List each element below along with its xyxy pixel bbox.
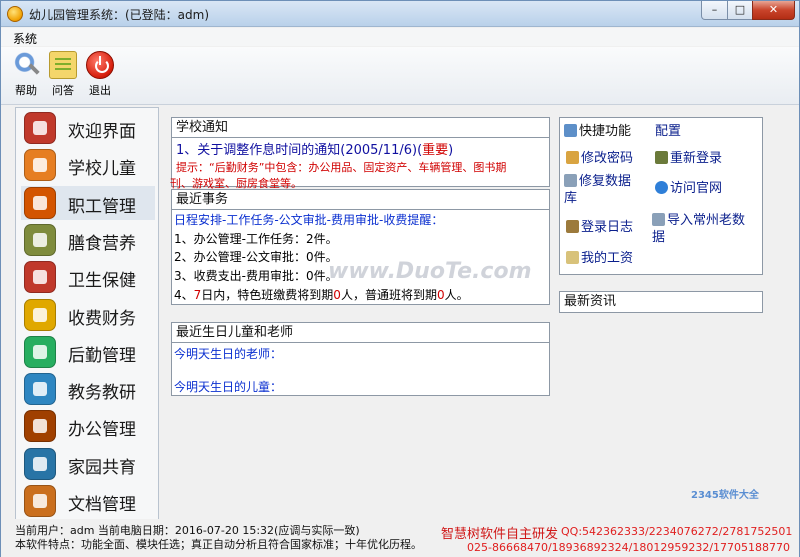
app-logo-icon xyxy=(7,6,23,22)
faq-button[interactable]: 问答 xyxy=(46,51,80,98)
recent-title: 最近事务 xyxy=(172,190,549,210)
log-icon xyxy=(566,220,579,233)
sidebar-item-label: 后勤管理 xyxy=(68,345,136,366)
notice-tip-line1: 提示：“后勤财务”中包含：办公用品、固定资产、车辆管理、图书期 xyxy=(176,161,507,174)
notice-item[interactable]: 1、关于调整作息时间的通知(2005/11/6)(重要) xyxy=(176,139,453,158)
key-icon xyxy=(566,151,579,164)
birthday-panel: 最近生日儿童和老师 今明天生日的老师： 今明天生日的儿童： xyxy=(171,322,550,396)
sidebar-item[interactable]: 收费财务 xyxy=(21,298,155,332)
app-window: 幼儿园管理系统：(已登陆：adm) – □ ✕ 系统 帮助 问答 退出 欢迎界面… xyxy=(0,0,800,557)
relogin-link[interactable]: 重新登录 xyxy=(655,150,722,167)
sidebar-item[interactable]: 后勤管理 xyxy=(21,335,155,369)
birthday-teachers: 今明天生日的老师： xyxy=(174,347,283,361)
sidebar-item[interactable]: 家园共育 xyxy=(21,447,155,481)
sidebar-item-label: 办公管理 xyxy=(68,420,136,441)
sidebar-item[interactable]: 卫生保健 xyxy=(21,260,155,294)
contact-qq: QQ:542362333/2234076272/2781752501 xyxy=(561,525,793,538)
recent-line-4: 4、7日内，特色班缴费将到期0人，普通班将到期0人。 xyxy=(174,288,469,302)
recent-line-2: 2、办公管理-公文审批：0件。 xyxy=(174,250,338,264)
monitor-icon xyxy=(564,124,577,137)
news-title: 最新资讯 xyxy=(560,292,762,312)
watermark-logo: 2345软件大全 xyxy=(691,490,759,501)
sidebar-item-label: 家园共育 xyxy=(68,457,136,478)
maximize-button[interactable]: □ xyxy=(727,1,753,20)
sidebar-item[interactable]: 欢迎界面 xyxy=(21,111,155,145)
sidebar-item-label: 卫生保健 xyxy=(68,271,136,292)
magnifier-help-icon xyxy=(12,51,40,79)
visit-site-link[interactable]: 访问官网 xyxy=(655,180,722,197)
exit-label: 退出 xyxy=(89,84,111,97)
import-data-link[interactable]: 导入常州老数据 xyxy=(652,212,745,246)
menu-system[interactable]: 系统 xyxy=(13,30,37,47)
change-password-link[interactable]: 修改密码 xyxy=(566,150,633,167)
window-title: 幼儿园管理系统：(已登陆：adm) xyxy=(29,8,210,22)
sidebar-item-label: 收费财务 xyxy=(68,308,136,329)
import-icon xyxy=(652,213,665,226)
child-icon xyxy=(24,149,56,182)
document-icon xyxy=(24,485,56,517)
sidebar-item[interactable]: 膳食营养 xyxy=(21,223,155,257)
brand-text: 智慧树软件自主研发 xyxy=(441,527,559,542)
contact-phone: 025-86668470/18936892324/18012959232/177… xyxy=(467,541,791,554)
board-icon xyxy=(24,373,56,406)
close-button[interactable]: ✕ xyxy=(752,1,795,20)
database-icon xyxy=(564,174,577,187)
sidebar-item-label: 职工管理 xyxy=(68,196,136,217)
title-bar[interactable]: 幼儿园管理系统：(已登陆：adm) – □ ✕ xyxy=(1,1,799,27)
faq-label: 问答 xyxy=(52,84,74,97)
sidebar-item[interactable]: 职工管理 xyxy=(21,185,155,220)
sidebar-item-label: 文档管理 xyxy=(68,495,136,515)
sidebar-item[interactable]: 办公管理 xyxy=(21,409,155,443)
salary-icon xyxy=(566,251,579,264)
exit-button[interactable]: 退出 xyxy=(83,51,117,98)
menu-bar: 系统 xyxy=(1,28,799,46)
sidebar-item-label: 膳食营养 xyxy=(68,233,136,254)
minimize-button[interactable]: – xyxy=(701,1,728,20)
home-icon xyxy=(24,112,56,144)
help-label: 帮助 xyxy=(15,84,37,97)
config-link[interactable]: 配置 xyxy=(655,123,681,140)
food-icon xyxy=(24,223,56,256)
my-salary-link[interactable]: 我的工资 xyxy=(566,250,633,267)
user-icon xyxy=(655,151,668,164)
help-button[interactable]: 帮助 xyxy=(9,51,43,98)
office-icon xyxy=(24,410,56,443)
birthday-children: 今明天生日的儿童： xyxy=(174,380,283,394)
recent-panel: 最近事务 日程安排-工作任务-公文审批-费用审批-收费提醒： 1、办公管理-工作… xyxy=(171,189,550,305)
health-icon xyxy=(24,261,56,294)
repair-db-link[interactable]: 修复数据库 xyxy=(564,173,631,207)
globe-icon xyxy=(655,181,668,194)
login-log-link[interactable]: 登录日志 xyxy=(566,219,633,236)
status-bar: 当前用户：adm 当前电脑日期：2016-07-20 15:32(应调与实际一致… xyxy=(1,519,799,557)
quick-title: 快捷功能 xyxy=(564,123,631,140)
notice-title: 学校通知 xyxy=(172,118,549,138)
watermark-text: www.DuoTe.com xyxy=(328,259,532,284)
birthday-title: 最近生日儿童和老师 xyxy=(172,323,549,343)
quick-panel: 快捷功能 配置 修改密码 重新登录 修复数据库 访问官网 登录日志 导入常州老数… xyxy=(559,117,763,275)
toolbar: 帮助 问答 退出 xyxy=(1,47,799,105)
status-features: 本软件特点：功能全面、模块任选；真正自动分析且符合国家标准；十年优化历程。 xyxy=(15,538,422,551)
power-icon xyxy=(86,51,114,79)
box-icon xyxy=(24,335,56,368)
sidebar-item[interactable]: 教务教研 xyxy=(21,372,155,406)
sidebar: 欢迎界面学校儿童职工管理膳食营养卫生保健收费财务后勤管理教务教研办公管理家园共育… xyxy=(15,107,159,521)
coin-icon xyxy=(24,298,56,331)
recent-summary[interactable]: 日程安排-工作任务-公文审批-费用审批-收费提醒： xyxy=(174,211,443,228)
faq-icon xyxy=(49,51,77,79)
sidebar-item-label: 学校儿童 xyxy=(68,159,136,180)
staff-icon xyxy=(24,186,56,219)
recent-line-1: 1、办公管理-工作任务：2件。 xyxy=(174,232,338,246)
sidebar-item-label: 教务教研 xyxy=(68,383,136,404)
notice-panel: 学校通知 1、关于调整作息时间的通知(2005/11/6)(重要) 提示：“后勤… xyxy=(170,117,550,190)
sidebar-item[interactable]: 学校儿童 xyxy=(21,148,155,182)
news-panel: 最新资讯 xyxy=(559,291,763,313)
family-icon xyxy=(24,447,56,480)
sidebar-item-label: 欢迎界面 xyxy=(68,122,136,142)
sidebar-item[interactable]: 文档管理 xyxy=(21,484,155,518)
recent-line-3: 3、收费支出-费用审批：0件。 xyxy=(174,269,338,283)
